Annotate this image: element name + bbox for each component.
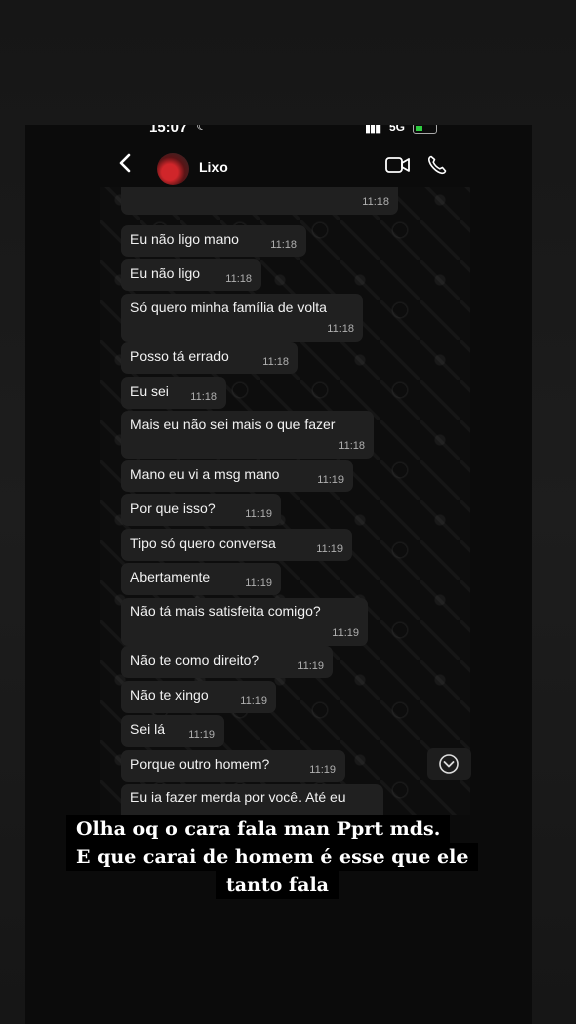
chevron-down-icon [439, 754, 459, 774]
message-bubble[interactable]: Eu não ligo mano 11:18 [121, 225, 306, 257]
message-text: Mais eu não sei mais o que fazer [130, 416, 336, 432]
message-time: 11:19 [316, 543, 343, 555]
avatar[interactable] [157, 153, 189, 185]
message-text: Porque outro homem? [130, 756, 270, 772]
battery-icon [413, 125, 437, 134]
message-bubble[interactable]: Mano eu vi a msg mano 11:19 [121, 460, 353, 492]
message-bubble[interactable]: Mais eu não sei mais o que fazer 11:18 [121, 411, 374, 459]
message-time: 11:18 [270, 239, 297, 251]
caption-line-3: tanto fala [216, 871, 339, 899]
contact-name[interactable]: Lixo [199, 159, 228, 175]
message-bubble[interactable]: Eu não ligo 11:18 [121, 259, 261, 291]
video-call-icon[interactable] [385, 156, 411, 174]
message-text: Por que isso? [130, 500, 216, 516]
message-bubble[interactable]: Posso tá errado 11:18 [121, 342, 298, 374]
message-time: 11:19 [240, 695, 267, 707]
moon-icon: ☾ [196, 125, 208, 133]
message-bubble[interactable]: Sei lá 11:19 [121, 715, 224, 747]
message-time: 11:19 [297, 660, 324, 672]
network-label: 5G [389, 125, 406, 134]
message-time: 11:18 [225, 273, 252, 285]
scroll-down-button[interactable] [427, 748, 471, 780]
message-text: Posso tá errado [130, 348, 229, 364]
message-bubble[interactable]: Tipo só quero conversa 11:19 [121, 529, 352, 561]
message-text: Eu não ligo mano [130, 231, 239, 247]
message-text: Não te xingo [130, 687, 209, 703]
message-text: Abertamente [130, 569, 211, 585]
phone-call-icon[interactable] [427, 155, 447, 175]
message-bubble[interactable]: Eu ia fazer merda por você. Até eu [121, 784, 383, 815]
message-time: 11:18 [327, 323, 354, 335]
message-bubble[interactable]: Não te xingo 11:19 [121, 681, 276, 713]
message-bubble[interactable]: Não tá mais satisfeita comigo? 11:19 [121, 598, 368, 646]
caption-line-1: Olha oq o cara fala man Pprt mds. [66, 815, 451, 843]
message-text: Não te como direito? [130, 652, 260, 668]
chat-header: Lixo [25, 139, 532, 187]
message-time: 11:19 [309, 764, 336, 776]
message-time: 11:18 [190, 391, 217, 403]
message-bubble[interactable]: Abertamente 11:19 [121, 563, 281, 595]
message-text: Só quero minha família de volta [130, 299, 327, 315]
signal-icon: ▮▮▮ [365, 125, 381, 135]
message-time: 11:19 [317, 474, 344, 486]
caption-line-2: E que carai de homem é esse que ele [66, 843, 479, 871]
message-time: 11:19 [245, 508, 272, 520]
message-bubble[interactable]: Eu sei 11:18 [121, 377, 226, 409]
message-text: Mano eu vi a msg mano [130, 466, 280, 482]
message-text: Eu sei [130, 383, 169, 399]
message-time: 11:19 [332, 627, 359, 639]
message-time: 11:18 [338, 440, 365, 452]
message-text: Tipo só quero conversa [130, 535, 276, 551]
message-time: 11:18 [262, 356, 289, 368]
message-text: Eu ia fazer merda por você. Até eu [130, 789, 346, 805]
message-text: Sei lá [130, 721, 166, 737]
message-list[interactable]: Se quiser eu vou na delegacia agora11:18… [100, 180, 470, 815]
message-bubble[interactable]: Não te como direito? 11:19 [121, 646, 333, 678]
message-bubble[interactable]: Só quero minha família de volta 11:18 [121, 294, 363, 342]
message-bubble[interactable]: Porque outro homem? 11:19 [121, 750, 345, 782]
back-arrow-icon[interactable] [117, 153, 133, 173]
status-time: 15:07 [149, 125, 188, 136]
message-text: Não tá mais satisfeita comigo? [130, 603, 321, 619]
message-time: 11:18 [362, 196, 389, 208]
message-time: 11:19 [188, 729, 215, 741]
message-bubble[interactable]: Por que isso? 11:19 [121, 494, 281, 526]
message-text: Eu não ligo [130, 265, 201, 281]
message-time: 11:19 [245, 577, 272, 589]
status-bar: 15:07 ☾ ▮▮▮ 5G [25, 125, 532, 139]
